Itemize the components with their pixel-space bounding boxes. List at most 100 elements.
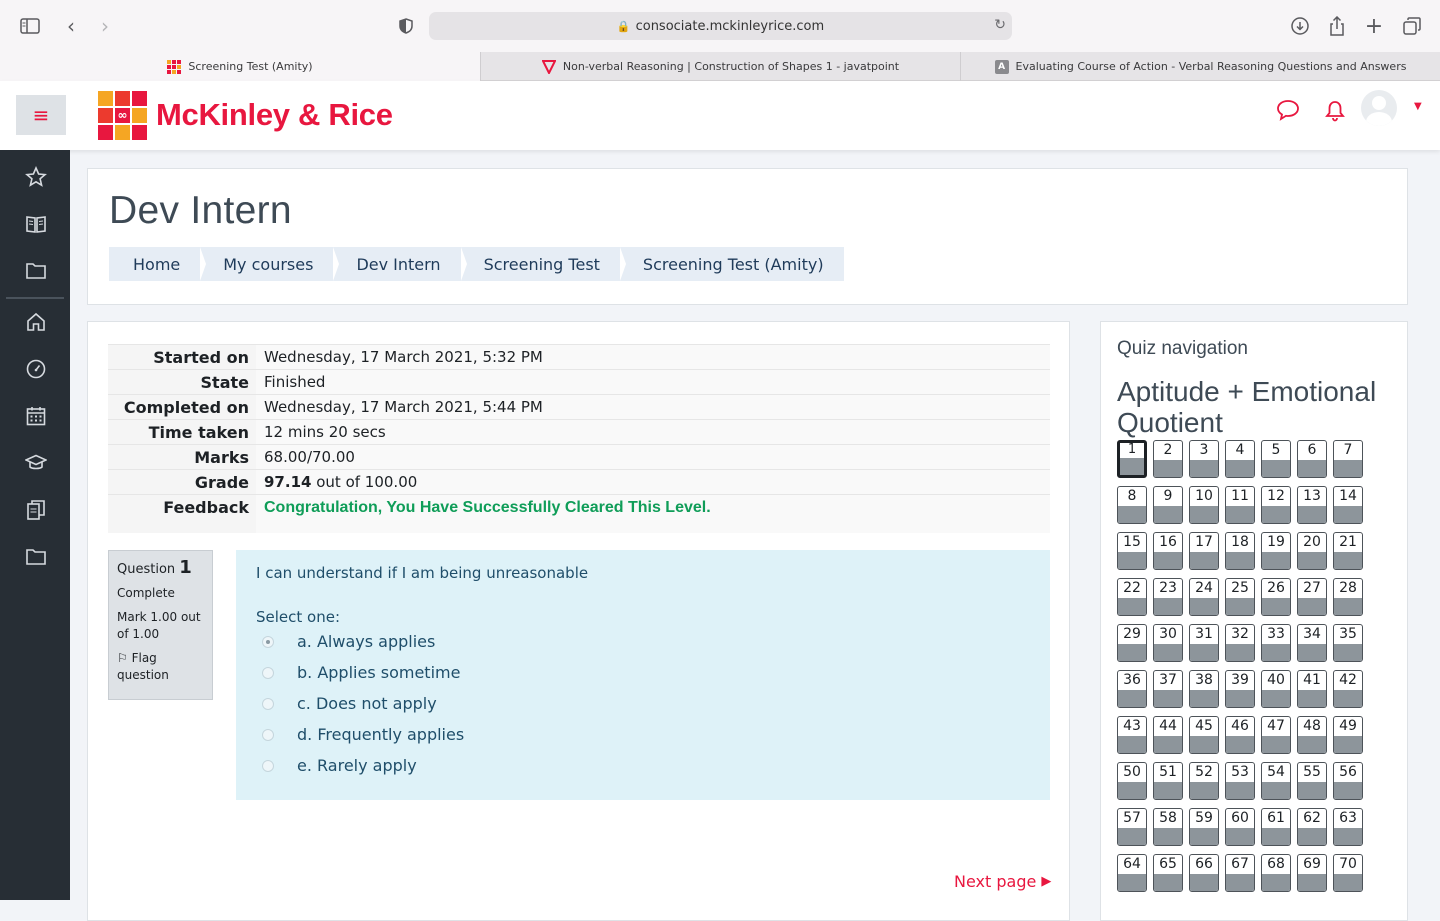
quiz-nav-button-31[interactable]: 31 [1189, 624, 1219, 662]
quiz-nav-button-68[interactable]: 68 [1261, 854, 1291, 892]
quiz-nav-button-47[interactable]: 47 [1261, 716, 1291, 754]
quiz-nav-button-61[interactable]: 61 [1261, 808, 1291, 846]
quiz-nav-button-67[interactable]: 67 [1225, 854, 1255, 892]
answer-option[interactable]: e. Rarely apply [256, 750, 1030, 781]
tab-verbal-reasoning[interactable]: A Evaluating Course of Action - Verbal R… [960, 52, 1440, 81]
quiz-nav-button-69[interactable]: 69 [1297, 854, 1327, 892]
privacy-shield-icon[interactable] [394, 14, 418, 38]
dashboard-gauge-icon[interactable] [24, 357, 48, 381]
quiz-nav-button-56[interactable]: 56 [1333, 762, 1363, 800]
quiz-nav-button-59[interactable]: 59 [1189, 808, 1219, 846]
star-icon[interactable] [24, 165, 48, 189]
quiz-nav-button-21[interactable]: 21 [1333, 532, 1363, 570]
files-icon[interactable] [24, 498, 48, 522]
quiz-nav-button-16[interactable]: 16 [1153, 532, 1183, 570]
quiz-nav-button-43[interactable]: 43 [1117, 716, 1147, 754]
messages-icon[interactable] [1276, 99, 1300, 126]
quiz-nav-button-7[interactable]: 7 [1333, 440, 1363, 478]
user-menu-caret-icon[interactable]: ▼ [1414, 101, 1422, 112]
quiz-nav-button-36[interactable]: 36 [1117, 670, 1147, 708]
quiz-nav-button-29[interactable]: 29 [1117, 624, 1147, 662]
quiz-nav-button-64[interactable]: 64 [1117, 854, 1147, 892]
folder-icon[interactable] [24, 545, 48, 569]
back-icon[interactable]: ‹ [59, 14, 83, 38]
download-icon[interactable] [1288, 14, 1312, 38]
quiz-nav-button-3[interactable]: 3 [1189, 440, 1219, 478]
next-page-link[interactable]: Next page ▶ [954, 872, 1051, 891]
calendar-icon[interactable] [24, 404, 48, 428]
folder-icon[interactable] [24, 259, 48, 283]
reload-icon[interactable]: ↻ [994, 17, 1006, 33]
quiz-nav-button-15[interactable]: 15 [1117, 532, 1147, 570]
quiz-nav-button-41[interactable]: 41 [1297, 670, 1327, 708]
home-icon[interactable] [24, 310, 48, 334]
quiz-nav-button-30[interactable]: 30 [1153, 624, 1183, 662]
answer-option[interactable]: c. Does not apply [256, 688, 1030, 719]
quiz-nav-button-13[interactable]: 13 [1297, 486, 1327, 524]
quiz-nav-button-22[interactable]: 22 [1117, 578, 1147, 616]
quiz-nav-button-17[interactable]: 17 [1189, 532, 1219, 570]
quiz-nav-button-46[interactable]: 46 [1225, 716, 1255, 754]
notifications-bell-icon[interactable] [1325, 100, 1345, 127]
quiz-nav-button-26[interactable]: 26 [1261, 578, 1291, 616]
quiz-nav-button-9[interactable]: 9 [1153, 486, 1183, 524]
quiz-nav-button-48[interactable]: 48 [1297, 716, 1327, 754]
quiz-nav-button-11[interactable]: 11 [1225, 486, 1255, 524]
breadcrumb-screening-test[interactable]: Screening Test [461, 247, 627, 281]
brand-logo[interactable]: ∞ McKinley & Rice [98, 91, 393, 140]
quiz-nav-button-34[interactable]: 34 [1297, 624, 1327, 662]
answer-option[interactable]: d. Frequently applies [256, 719, 1030, 750]
quiz-nav-button-18[interactable]: 18 [1225, 532, 1255, 570]
quiz-nav-button-44[interactable]: 44 [1153, 716, 1183, 754]
quiz-nav-button-32[interactable]: 32 [1225, 624, 1255, 662]
breadcrumb-my-courses[interactable]: My courses [200, 247, 340, 281]
quiz-nav-button-60[interactable]: 60 [1225, 808, 1255, 846]
quiz-nav-button-70[interactable]: 70 [1333, 854, 1363, 892]
radio-button[interactable] [262, 666, 274, 679]
hamburger-menu-icon[interactable]: ≡ [16, 95, 66, 135]
quiz-nav-button-14[interactable]: 14 [1333, 486, 1363, 524]
quiz-nav-button-39[interactable]: 39 [1225, 670, 1255, 708]
tab-javatpoint[interactable]: Non-verbal Reasoning | Construction of S… [480, 52, 960, 81]
open-book-icon[interactable] [24, 212, 48, 236]
quiz-nav-button-10[interactable]: 10 [1189, 486, 1219, 524]
quiz-nav-button-57[interactable]: 57 [1117, 808, 1147, 846]
quiz-nav-button-4[interactable]: 4 [1225, 440, 1255, 478]
quiz-nav-button-58[interactable]: 58 [1153, 808, 1183, 846]
quiz-nav-button-8[interactable]: 8 [1117, 486, 1147, 524]
quiz-nav-button-37[interactable]: 37 [1153, 670, 1183, 708]
quiz-nav-button-54[interactable]: 54 [1261, 762, 1291, 800]
quiz-nav-button-12[interactable]: 12 [1261, 486, 1291, 524]
sidebar-toggle-icon[interactable] [18, 14, 42, 38]
graduation-cap-icon[interactable] [24, 451, 48, 475]
address-bar[interactable]: 🔒 consociate.mckinleyrice.com ↻ [429, 12, 1012, 40]
quiz-nav-button-55[interactable]: 55 [1297, 762, 1327, 800]
quiz-nav-button-42[interactable]: 42 [1333, 670, 1363, 708]
new-tab-icon[interactable]: + [1362, 14, 1386, 39]
breadcrumb-screening-test-amity[interactable]: Screening Test (Amity) [620, 247, 844, 281]
quiz-nav-button-23[interactable]: 23 [1153, 578, 1183, 616]
quiz-nav-button-19[interactable]: 19 [1261, 532, 1291, 570]
quiz-nav-button-28[interactable]: 28 [1333, 578, 1363, 616]
quiz-nav-button-62[interactable]: 62 [1297, 808, 1327, 846]
quiz-nav-button-45[interactable]: 45 [1189, 716, 1219, 754]
quiz-nav-button-25[interactable]: 25 [1225, 578, 1255, 616]
answer-option[interactable]: a. Always applies [256, 626, 1030, 657]
quiz-nav-button-53[interactable]: 53 [1225, 762, 1255, 800]
quiz-nav-button-38[interactable]: 38 [1189, 670, 1219, 708]
share-icon[interactable] [1325, 14, 1349, 38]
quiz-nav-button-65[interactable]: 65 [1153, 854, 1183, 892]
quiz-nav-button-33[interactable]: 33 [1261, 624, 1291, 662]
quiz-nav-button-66[interactable]: 66 [1189, 854, 1219, 892]
quiz-nav-button-2[interactable]: 2 [1153, 440, 1183, 478]
radio-button[interactable] [262, 635, 274, 648]
quiz-nav-button-5[interactable]: 5 [1261, 440, 1291, 478]
quiz-nav-button-40[interactable]: 40 [1261, 670, 1291, 708]
quiz-nav-button-20[interactable]: 20 [1297, 532, 1327, 570]
quiz-nav-button-35[interactable]: 35 [1333, 624, 1363, 662]
breadcrumb-dev-intern[interactable]: Dev Intern [333, 247, 467, 281]
quiz-nav-button-49[interactable]: 49 [1333, 716, 1363, 754]
quiz-nav-button-52[interactable]: 52 [1189, 762, 1219, 800]
tab-screening-test[interactable]: Screening Test (Amity) [0, 52, 480, 81]
radio-button[interactable] [262, 759, 274, 772]
